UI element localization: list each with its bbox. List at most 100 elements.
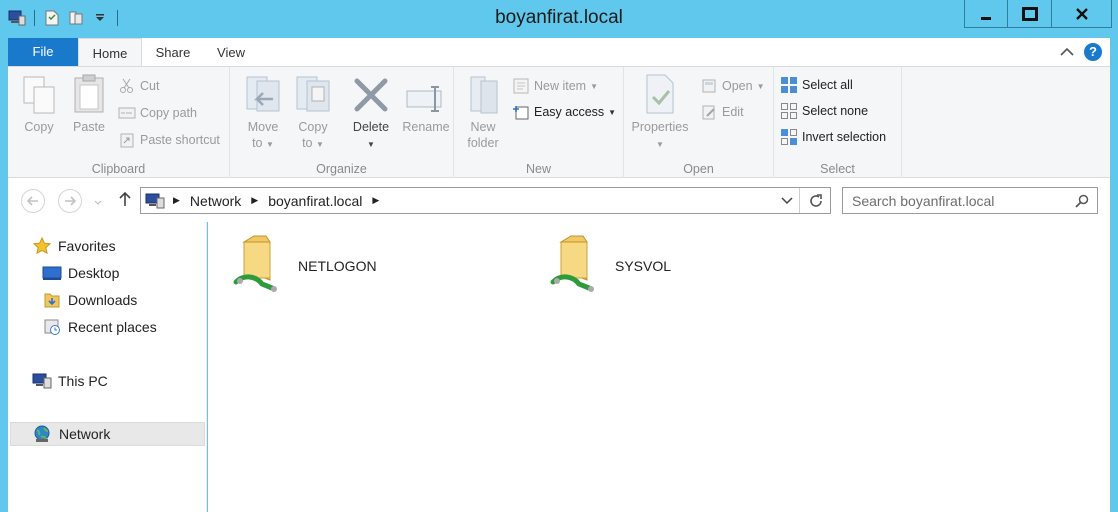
move-to-icon [246,76,280,112]
breadcrumb-separator[interactable]: ▶ [173,195,180,206]
search-icon[interactable] [1075,194,1089,208]
maximize-icon [1021,6,1038,21]
window-controls [964,0,1112,28]
network-globe-icon [33,425,53,443]
move-to-button[interactable]: Move to ▼ [238,73,288,153]
paste-shortcut-icon [118,131,136,149]
nav-item-downloads[interactable]: Downloads [42,288,137,312]
shared-folder-netlogon[interactable]: NETLOGON [232,232,377,299]
ribbon-tabs: File Home Share View ? [8,38,1110,67]
organize-group-label: Organize [316,162,367,176]
new-folder-icon [470,76,498,114]
nav-label: Network [59,426,111,442]
nav-item-this-pc[interactable]: This PC [32,369,108,393]
copy-to-icon [296,76,330,112]
organize-group: Move to ▼ Copy to ▼ Delete ▼ Rename Orga… [230,67,454,179]
rename-button[interactable]: Rename [398,73,454,135]
content-pane: NETLOGON SYSVOL [208,222,1110,512]
minimize-button[interactable] [964,0,1008,28]
maximize-button[interactable] [1008,0,1052,28]
minimize-icon [981,16,991,20]
paste-button[interactable]: Paste [64,73,114,135]
easy-access-icon [512,103,530,121]
nav-label: Favorites [58,238,116,254]
new-item-button[interactable]: New item ▼ [512,75,598,97]
edit-button[interactable]: Edit [700,101,744,123]
collapse-ribbon-icon[interactable] [1060,45,1074,60]
delete-icon [354,78,388,112]
recent-locations-dropdown[interactable] [94,194,102,209]
search-input[interactable] [852,192,1067,209]
computer-icon [32,372,52,390]
clipboard-group: Copy Paste Cut Copy path Paste shortcut … [8,67,230,179]
folder-label: SYSVOL [615,257,672,274]
tab-view[interactable]: View [206,38,256,66]
shared-folder-sysvol[interactable]: SYSVOL [549,232,671,299]
address-history-dropdown[interactable] [781,196,793,205]
ribbon-tabs-right: ? [1060,43,1102,61]
chevron-down-icon [781,196,793,204]
open-group-label: Open [683,162,714,176]
nav-label: Downloads [68,292,138,308]
breadcrumb-separator[interactable]: ▶ [251,195,258,206]
select-group-label: Select [820,162,855,176]
nav-item-recent-places[interactable]: Recent places [42,315,157,339]
up-button[interactable] [118,191,132,210]
breadcrumb-network[interactable]: Network [190,193,241,209]
cut-button[interactable]: Cut [118,75,159,97]
breadcrumb-domain[interactable]: boyanfirat.local [268,193,362,209]
breadcrumb-separator[interactable]: ▶ [372,195,379,206]
invert-selection-icon [780,128,798,146]
tab-home[interactable]: Home [78,38,142,67]
refresh-icon [810,193,822,207]
recent-places-icon [42,318,62,336]
search-box [842,187,1098,214]
close-button[interactable] [1052,0,1112,28]
open-button[interactable]: Open ▼ [700,75,765,97]
nav-item-network[interactable]: Network [10,422,205,446]
new-folder-button[interactable]: New folder [458,73,508,151]
tab-file[interactable]: File [8,38,78,66]
address-bar[interactable]: ▶ Network ▶ boyanfirat.local ▶ [140,187,831,214]
paste-shortcut-button[interactable]: Paste shortcut [118,129,220,151]
explorer-window: boyanfirat.local File Home Share View ? … [0,0,1118,512]
properties-icon [646,74,674,114]
help-icon[interactable]: ? [1084,43,1102,61]
shared-folder-icon [549,232,605,299]
refresh-button[interactable] [808,193,824,209]
select-none-button[interactable]: Select none [780,100,868,122]
forward-arrow-icon [65,196,76,206]
rename-icon [406,86,442,112]
nav-label: This PC [58,373,108,389]
title-bar: boyanfirat.local [0,0,1118,38]
easy-access-button[interactable]: Easy access ▼ [512,101,616,123]
clipboard-group-label: Clipboard [91,162,146,176]
delete-button[interactable]: Delete ▼ [346,73,396,153]
up-arrow-icon [119,191,131,206]
copy-path-icon [118,104,136,122]
properties-button[interactable]: Properties ▼ [628,73,692,153]
desktop-icon [42,264,62,282]
select-none-icon [780,102,798,120]
edit-icon [700,103,718,121]
select-all-button[interactable]: Select all [780,74,853,96]
scissors-icon [118,77,136,95]
copy-icon [23,76,55,114]
copy-path-button[interactable]: Copy path [118,102,197,124]
ribbon: firatboyan.com Copy Paste Cut Copy path … [8,66,1110,229]
nav-label: Desktop [68,265,120,281]
open-group: Properties ▼ Open ▼ Edit Open [624,67,774,179]
forward-button[interactable] [58,189,82,213]
new-group: New folder New item ▼ Easy access ▼ New [454,67,624,179]
nav-item-desktop[interactable]: Desktop [42,261,119,285]
star-icon [32,237,52,255]
tab-share[interactable]: Share [148,38,198,66]
paste-icon [74,74,104,113]
new-item-icon [512,77,530,95]
copy-button[interactable]: Copy [14,73,64,135]
downloads-folder-icon [42,291,62,309]
nav-item-favorites[interactable]: Favorites [32,234,116,258]
invert-selection-button[interactable]: Invert selection [780,126,886,148]
copy-to-button[interactable]: Copy to ▼ [288,73,338,153]
back-button[interactable] [21,189,45,213]
